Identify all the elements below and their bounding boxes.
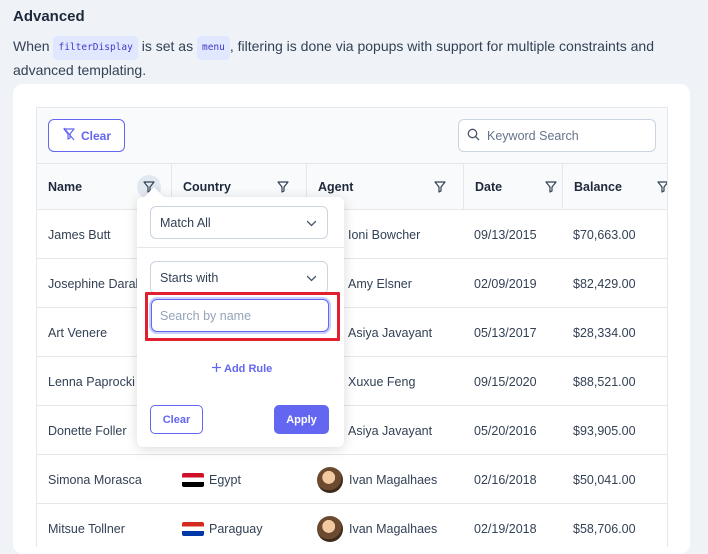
desc-text-2: is set as <box>141 38 194 54</box>
constraint-dropdown[interactable]: Starts with <box>150 261 328 294</box>
match-mode-value: Match All <box>160 215 211 230</box>
column-label-balance: Balance <box>574 180 622 194</box>
cell-balance: $88,521.00 <box>573 374 636 389</box>
cell-agent: Amy Elsner <box>348 276 412 291</box>
section-description: When filterDisplay is set as menu, filte… <box>13 36 703 80</box>
plus-icon <box>211 362 222 376</box>
add-rule-button[interactable]: Add Rule <box>211 361 272 377</box>
filter-popup: Match All Starts with Add Rule Clear App… <box>137 187 344 447</box>
agent-avatar <box>317 466 343 493</box>
keyword-search-input[interactable]: Keyword Search <box>458 119 656 152</box>
cell-date: 09/13/2015 <box>474 227 537 242</box>
filter-slash-icon <box>62 127 76 144</box>
cell-agent: Ivan Magalhaes <box>306 455 463 504</box>
popup-clear-button[interactable]: Clear <box>150 405 203 434</box>
table-row[interactable]: Art Venere Asiya Javayant 05/13/2017 $28… <box>37 308 667 357</box>
paraguay-flag-icon <box>182 521 204 536</box>
popup-divider <box>137 247 344 248</box>
section-title: Advanced <box>13 8 85 25</box>
cell-agent: Asiya Javayant <box>348 423 433 438</box>
table-row[interactable]: Lenna Paprocki Xuxue Feng 09/15/2020 $88… <box>37 357 667 406</box>
add-rule-label: Add Rule <box>224 363 273 375</box>
column-label-agent: Agent <box>318 180 354 194</box>
table-header: Name Country Agent Date Balance <box>37 164 667 210</box>
cell-country-label: Paraguay <box>209 521 263 536</box>
cell-balance: $93,905.00 <box>573 423 636 438</box>
cell-country-label: Egypt <box>209 472 241 487</box>
search-icon <box>467 128 480 144</box>
code-filterdisplay: filterDisplay <box>53 36 138 60</box>
cell-balance: $82,429.00 <box>573 276 636 291</box>
cell-date: 09/15/2020 <box>474 374 537 389</box>
cell-balance: $28,334.00 <box>573 325 636 340</box>
cell-name: Simona Morasca <box>48 472 142 487</box>
filter-icon[interactable] <box>271 175 295 199</box>
cell-country: Egypt <box>171 455 306 504</box>
code-menu: menu <box>196 36 230 60</box>
keyword-search-placeholder: Keyword Search <box>487 128 579 143</box>
cell-agent: Ivan Magalhaes <box>306 504 463 547</box>
cell-agent: Xuxue Feng <box>348 374 416 389</box>
cell-balance: $50,041.00 <box>573 472 636 487</box>
column-label-country: Country <box>183 180 231 194</box>
cell-name: Mitsue Tollner <box>48 521 125 536</box>
table-toolbar: Clear Keyword Search <box>37 108 667 164</box>
cell-agent-label: Ivan Magalhaes <box>349 472 438 487</box>
cell-agent: Ioni Bowcher <box>348 227 421 242</box>
column-label-name: Name <box>48 180 83 194</box>
table-row[interactable]: Josephine Darakjy Amy Elsner 02/09/2019 … <box>37 259 667 308</box>
chevron-down-icon <box>306 273 317 287</box>
cell-country: Paraguay <box>171 504 306 547</box>
table-row[interactable]: Simona Morasca Egypt Ivan Magalhaes 02/1… <box>37 455 667 504</box>
clear-filters-label: Clear <box>80 128 112 143</box>
cell-agent-label: Ivan Magalhaes <box>349 521 438 536</box>
column-label-date: Date <box>475 180 503 194</box>
cell-date: 02/09/2019 <box>474 276 537 291</box>
constraint-value: Starts with <box>160 270 219 285</box>
cell-date: 02/19/2018 <box>474 521 537 536</box>
datatable: Clear Keyword Search Name Country Agent <box>36 107 668 547</box>
cell-balance: $70,663.00 <box>573 227 636 242</box>
cell-agent: Asiya Javayant <box>348 325 433 340</box>
egypt-flag-icon <box>182 472 204 487</box>
table-row[interactable]: James Butt Ioni Bowcher 09/13/2015 $70,6… <box>37 210 667 259</box>
filter-icon[interactable] <box>428 175 452 199</box>
cell-balance: $58,706.00 <box>573 521 636 536</box>
chevron-down-icon <box>306 218 317 232</box>
table-row[interactable]: Mitsue Tollner Paraguay Ivan Magalhaes 0… <box>37 504 667 547</box>
agent-avatar <box>317 515 343 542</box>
filter-icon[interactable] <box>651 175 667 199</box>
match-mode-dropdown[interactable]: Match All <box>150 206 328 239</box>
cell-date: 02/16/2018 <box>474 472 537 487</box>
desc-text-1: When <box>13 38 50 54</box>
filter-icon[interactable] <box>539 175 563 199</box>
clear-filters-button[interactable]: Clear <box>48 119 125 152</box>
table-row[interactable]: Donette Foller Asiya Javayant 05/20/2016… <box>37 406 667 455</box>
popup-apply-button[interactable]: Apply <box>274 405 329 434</box>
cell-date: 05/20/2016 <box>474 423 537 438</box>
name-filter-input[interactable] <box>151 299 329 332</box>
cell-date: 05/13/2017 <box>474 325 537 340</box>
